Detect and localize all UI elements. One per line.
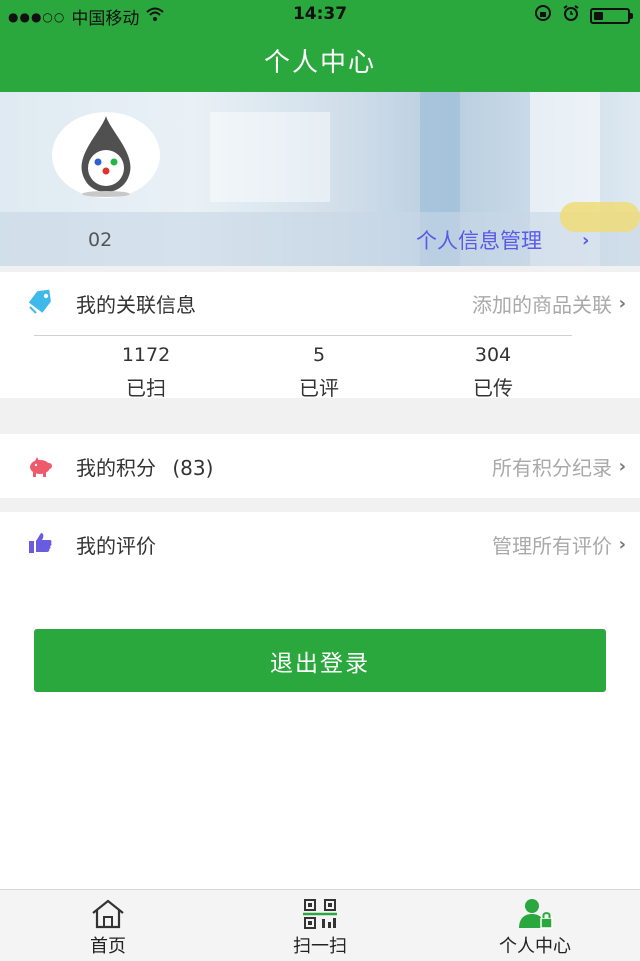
add-product-link[interactable]: 添加的商品关联 — [472, 289, 612, 318]
rotation-lock-icon — [534, 4, 552, 27]
linked-info-row[interactable]: 我的关联信息 添加的商品关联 › — [0, 272, 640, 334]
piggy-bank-icon — [26, 452, 54, 480]
divider — [34, 335, 572, 336]
stat-label: 已评 — [299, 376, 339, 400]
reviews-section: 我的评价 管理所有评价 › — [0, 512, 640, 576]
tab-scan[interactable]: 扫一扫 — [240, 890, 400, 961]
linked-info-section: 我的关联信息 添加的商品关联 › 1172 已扫 5 已评 304 已传 — [0, 272, 640, 401]
stat-scanned[interactable]: 1172 已扫 — [86, 344, 206, 401]
personal-info-link[interactable]: 个人信息管理 › — [416, 225, 589, 255]
alarm-icon — [562, 4, 580, 27]
chevron-right-icon: › — [582, 229, 590, 251]
all-points-link[interactable]: 所有积分纪录 — [492, 452, 612, 481]
reviews-row[interactable]: 我的评价 管理所有评价 › — [0, 513, 640, 575]
status-bar: ●●●○○ 中国移动 14:37 — [0, 0, 640, 29]
status-right — [534, 4, 633, 27]
profile-banner: 02 个人信息管理 › — [0, 92, 640, 266]
tag-icon — [26, 289, 54, 317]
section-gap — [0, 398, 640, 434]
stat-label: 已扫 — [126, 376, 166, 400]
manage-reviews-link[interactable]: 管理所有评价 — [492, 530, 612, 559]
points-label: 我的积分 — [76, 455, 156, 480]
stat-uploaded[interactable]: 304 已传 — [433, 344, 553, 401]
stat-label: 已传 — [473, 376, 513, 400]
page-title: 个人中心 — [263, 47, 376, 78]
home-icon — [90, 898, 126, 930]
tab-home-label: 首页 — [90, 936, 126, 957]
thumbs-up-icon — [26, 529, 54, 557]
battery-icon — [590, 7, 633, 24]
chevron-right-icon: › — [618, 533, 626, 555]
qr-scan-icon — [302, 898, 338, 930]
reviews-title: 我的评价 — [76, 533, 156, 558]
chevron-right-icon: › — [618, 292, 626, 314]
stat-value: 5 — [312, 344, 326, 366]
chevron-right-icon: › — [618, 455, 626, 477]
section-gap — [0, 498, 640, 512]
points-row[interactable]: 我的积分 (83) 所有积分纪录 › — [0, 435, 640, 497]
nav-bar: 个人中心 — [0, 28, 640, 92]
avatar[interactable] — [52, 112, 160, 198]
user-id: 02 — [88, 229, 113, 251]
logout-button[interactable]: 退出登录 — [34, 629, 606, 692]
stat-value: 304 — [474, 344, 512, 366]
user-icon — [517, 898, 553, 930]
tab-profile[interactable]: 个人中心 — [455, 890, 615, 961]
stat-reviewed[interactable]: 5 已评 — [259, 344, 379, 401]
points-count: (83) — [172, 455, 214, 480]
linked-info-title: 我的关联信息 — [76, 292, 196, 317]
tab-scan-label: 扫一扫 — [293, 936, 347, 957]
points-title: 我的积分 (83) — [76, 452, 213, 481]
tab-profile-label: 个人中心 — [499, 936, 571, 957]
personal-info-label: 个人信息管理 — [416, 229, 542, 253]
stat-value: 1172 — [121, 344, 171, 366]
tab-bar: 首页 扫一扫 个人中心 — [0, 889, 640, 961]
points-section: 我的积分 (83) 所有积分纪录 › — [0, 434, 640, 498]
tab-home[interactable]: 首页 — [28, 890, 188, 961]
